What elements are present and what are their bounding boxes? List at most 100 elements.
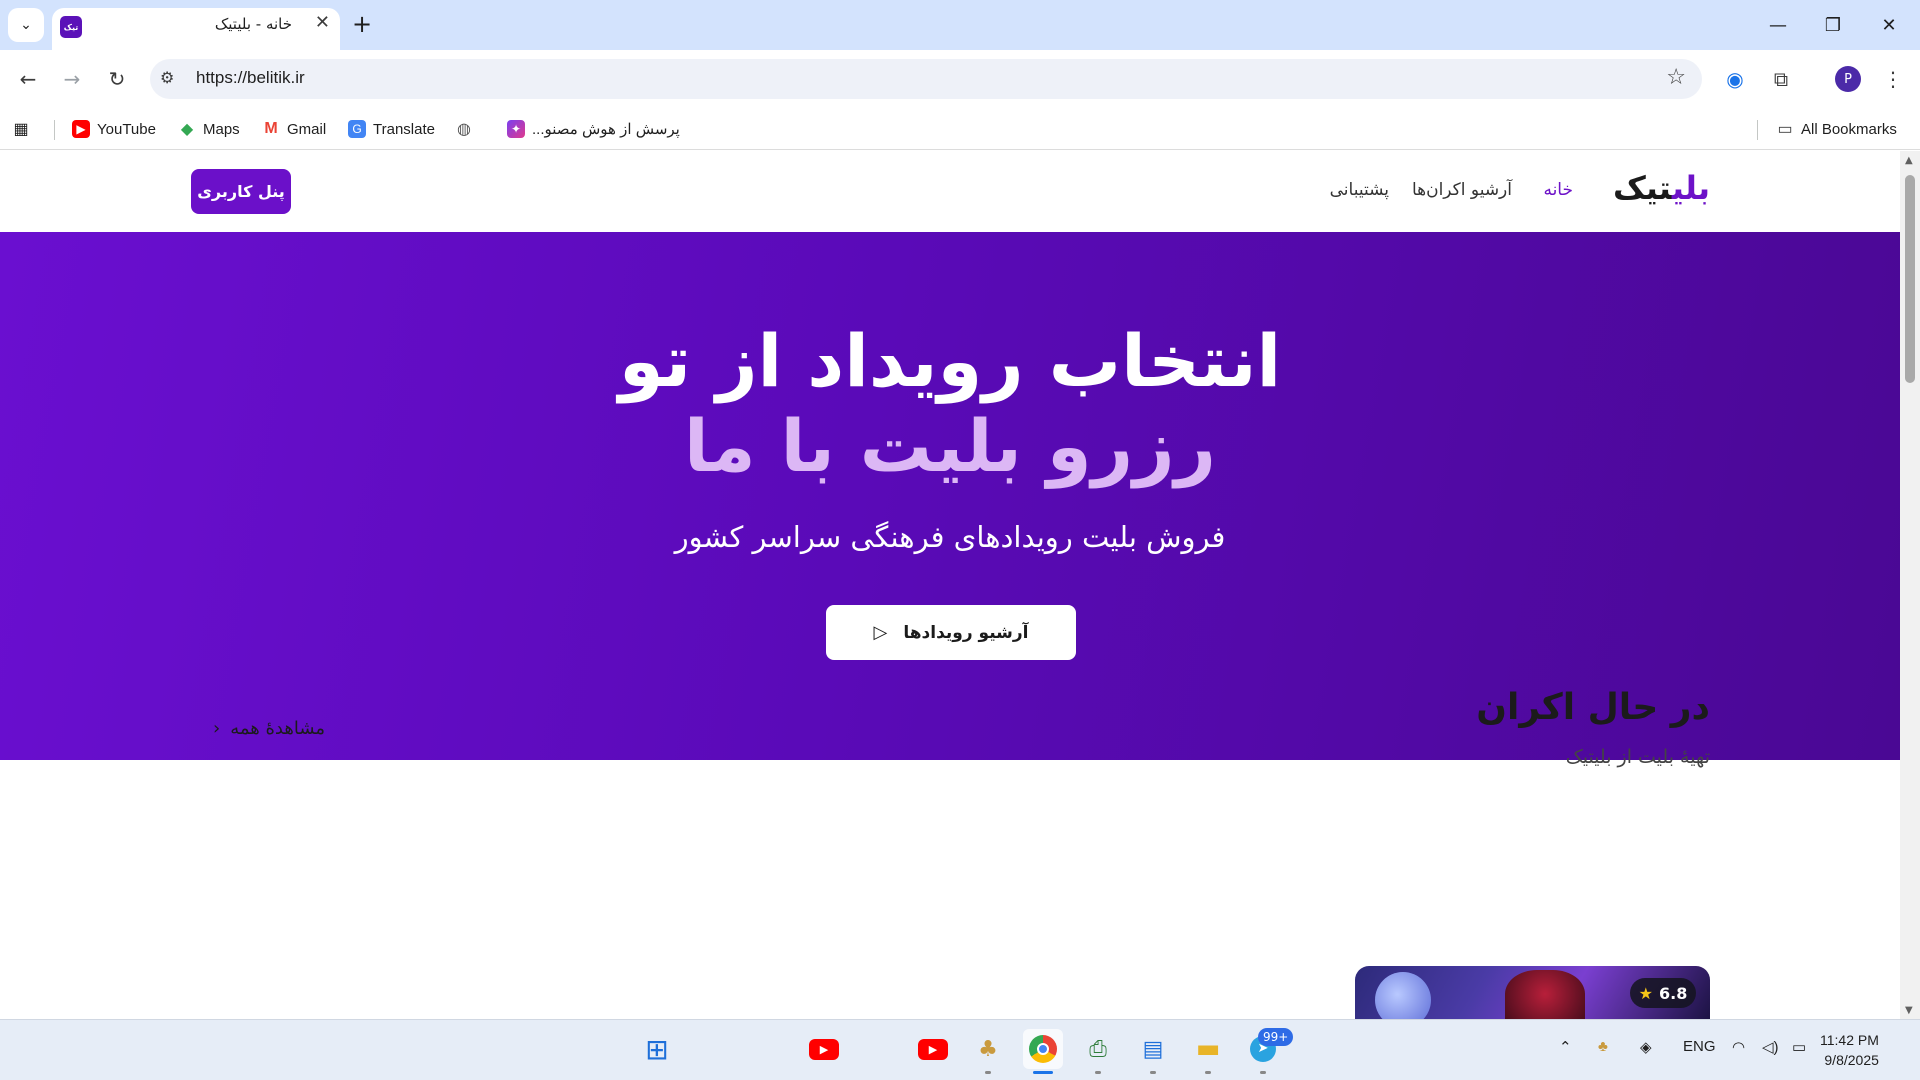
user-app-icon[interactable]: ♣ <box>968 1029 1008 1069</box>
site-info-icon[interactable]: ⚙ <box>160 68 174 87</box>
reload-button[interactable]: ↻ <box>101 63 133 95</box>
hero-banner: انتخاب رویداد از تو رزرو بلیت با ما فروش… <box>0 232 1900 760</box>
bookmark-globe[interactable]: ◍ <box>455 116 473 142</box>
bookmark-label: Translate <box>373 120 435 138</box>
see-all-label: مشاهدهٔ همه <box>230 718 326 739</box>
bookmark-divider <box>1757 120 1758 140</box>
page-viewport: بلیتیک خانه آرشیو اکران‌ها پشتیبانی پنل … <box>0 151 1900 1019</box>
youtube-app-icon-2[interactable]: ▶ <box>913 1029 953 1069</box>
nav-home[interactable]: خانه <box>1543 180 1573 200</box>
active-tab[interactable]: تیک خانه - بلیتیک ✕ <box>52 8 340 50</box>
gmail-icon: M <box>264 120 278 137</box>
bookmark-label: Gmail <box>287 120 327 138</box>
card-poster-figure <box>1505 970 1585 1019</box>
chrome-icon[interactable] <box>1023 1029 1063 1069</box>
rating-badge: ★ 6.8 <box>1630 978 1696 1008</box>
section-subtitle: تهیهٔ بلیت از بلیتیک <box>1565 746 1710 768</box>
events-archive-button[interactable]: آرشیو رویدادها ▷ <box>826 605 1076 660</box>
card-poster-figure <box>1375 972 1431 1019</box>
tab-search-button[interactable]: ⌄ <box>8 8 44 42</box>
bookmark-label: Maps <box>203 120 240 138</box>
tray-overflow-icon[interactable]: ⌃ <box>1559 1038 1572 1056</box>
site-header: بلیتیک خانه آرشیو اکران‌ها پشتیبانی پنل … <box>0 151 1900 231</box>
youtube-icon: ▶ <box>72 120 90 138</box>
running-indicator <box>1260 1071 1266 1074</box>
system-clock[interactable]: 11:42 PM 9/8/2025 <box>1820 1030 1879 1070</box>
nav-archive[interactable]: آرشیو اکران‌ها <box>1412 180 1512 200</box>
bookmark-label: YouTube <box>97 120 156 138</box>
all-bookmarks-label: All Bookmarks <box>1801 120 1897 138</box>
running-indicator <box>1095 1071 1101 1074</box>
tab-strip: ⌄ تیک خانه - بلیتیک ✕ + — ❐ ✕ <box>0 0 1920 50</box>
running-indicator <box>1150 1071 1156 1074</box>
bookmark-star-icon[interactable]: ☆ <box>1666 65 1686 90</box>
youtube-app-icon[interactable]: ▶ <box>804 1029 844 1069</box>
hero-title-line2: رزرو بلیت با ما <box>683 404 1217 488</box>
tray-user-icon[interactable]: ♣ <box>1598 1038 1608 1055</box>
restore-button[interactable]: ❐ <box>1810 10 1856 40</box>
bookmark-maps[interactable]: ◆ Maps <box>178 116 240 142</box>
hero-subtitle: فروش بلیت رویدادهای فرهنگی سراسر کشور <box>674 520 1226 554</box>
language-indicator[interactable]: ENG <box>1683 1038 1716 1055</box>
clock-time: 11:42 PM <box>1820 1032 1879 1048</box>
bookmark-label: پرسش از هوش مصنو... <box>532 121 680 138</box>
ai-icon: ✦ <box>507 120 525 138</box>
scroll-up-icon[interactable]: ▲ <box>1905 155 1913 166</box>
extensions-icon[interactable]: ⧉ <box>1766 64 1796 94</box>
user-panel-button[interactable]: پنل کاربری <box>191 169 291 214</box>
logo-dark-text: تیک <box>1612 169 1672 207</box>
windows-taskbar <box>0 1019 1920 1080</box>
bookmark-youtube[interactable]: ▶ YouTube <box>72 116 156 142</box>
logo-accent-text: بلی <box>1671 169 1710 207</box>
minimize-button[interactable]: — <box>1755 10 1801 40</box>
bookmark-ai[interactable]: ✦ پرسش از هوش مصنو... <box>507 116 680 142</box>
running-indicator <box>985 1071 991 1074</box>
tab-title: خانه - بلیتیک <box>214 15 292 33</box>
wifi-icon[interactable]: ◠ <box>1732 1038 1745 1056</box>
translate-icon: G <box>348 120 366 138</box>
volume-icon[interactable]: ◁) <box>1762 1038 1779 1056</box>
bookmark-divider <box>54 120 55 140</box>
page-scrollbar[interactable]: ▲ ▼ <box>1900 151 1920 1019</box>
file-explorer-icon[interactable]: ▬ <box>1188 1029 1228 1069</box>
scroll-thumb[interactable] <box>1905 175 1915 383</box>
nav-support[interactable]: پشتیبانی <box>1330 180 1389 200</box>
profile-avatar[interactable]: P <box>1835 66 1861 92</box>
new-tab-button[interactable]: + <box>352 10 372 38</box>
all-bookmarks-button[interactable]: ▭ All Bookmarks <box>1776 116 1897 142</box>
url-text[interactable]: https://belitik.ir <box>196 68 305 88</box>
network-app-icon[interactable]: ⎙ <box>1078 1029 1118 1069</box>
site-logo[interactable]: بلیتیک <box>1613 169 1710 207</box>
notepad-icon[interactable]: ▤ <box>1133 1029 1173 1069</box>
star-icon: ★ <box>1638 983 1653 1003</box>
scroll-down-icon[interactable]: ▼ <box>1905 1005 1913 1016</box>
close-window-button[interactable]: ✕ <box>1866 10 1912 40</box>
globe-icon: ◍ <box>457 121 471 138</box>
close-tab-icon[interactable]: ✕ <box>315 12 330 33</box>
folder-icon: ▭ <box>1777 121 1793 138</box>
start-icon[interactable]: ⊞ <box>637 1029 677 1069</box>
clock-date: 9/8/2025 <box>1824 1052 1879 1068</box>
menu-icon[interactable]: ⋮ <box>1878 64 1908 94</box>
back-button[interactable]: ← <box>12 63 44 95</box>
rating-value: 6.8 <box>1659 983 1688 1003</box>
telegram-badge: 99+ <box>1258 1028 1294 1046</box>
apps-grid-icon[interactable]: ▦ <box>12 116 30 142</box>
battery-icon[interactable]: ▭ <box>1792 1038 1806 1056</box>
bookmark-translate[interactable]: G Translate <box>348 116 435 142</box>
bookmark-gmail[interactable]: M Gmail <box>262 116 326 142</box>
screenshot-extension-icon[interactable]: ◉ <box>1720 64 1750 94</box>
play-icon: ▷ <box>873 622 888 643</box>
section-title: در حال اکران <box>1476 687 1710 728</box>
hero-title-line1: انتخاب رویداد از تو <box>618 319 1282 403</box>
forward-button[interactable]: → <box>56 63 88 95</box>
see-all-link[interactable]: مشاهدهٔ همه ‹ <box>213 718 325 739</box>
movie-card[interactable]: ★ 6.8 <box>1355 966 1710 1019</box>
site-favicon-icon: تیک <box>60 16 82 38</box>
tray-dropbox-icon[interactable]: ◈ <box>1640 1038 1652 1056</box>
chevron-left-icon: ‹ <box>213 718 221 739</box>
browser-toolbar: ← → ↻ ⚙ https://belitik.ir ☆ ◉ ⧉ ⋮ <box>0 50 1920 108</box>
running-indicator <box>1205 1071 1211 1074</box>
hero-button-label: آرشیو رویدادها <box>903 622 1029 643</box>
address-bar[interactable]: ⚙ https://belitik.ir ☆ <box>150 59 1702 99</box>
